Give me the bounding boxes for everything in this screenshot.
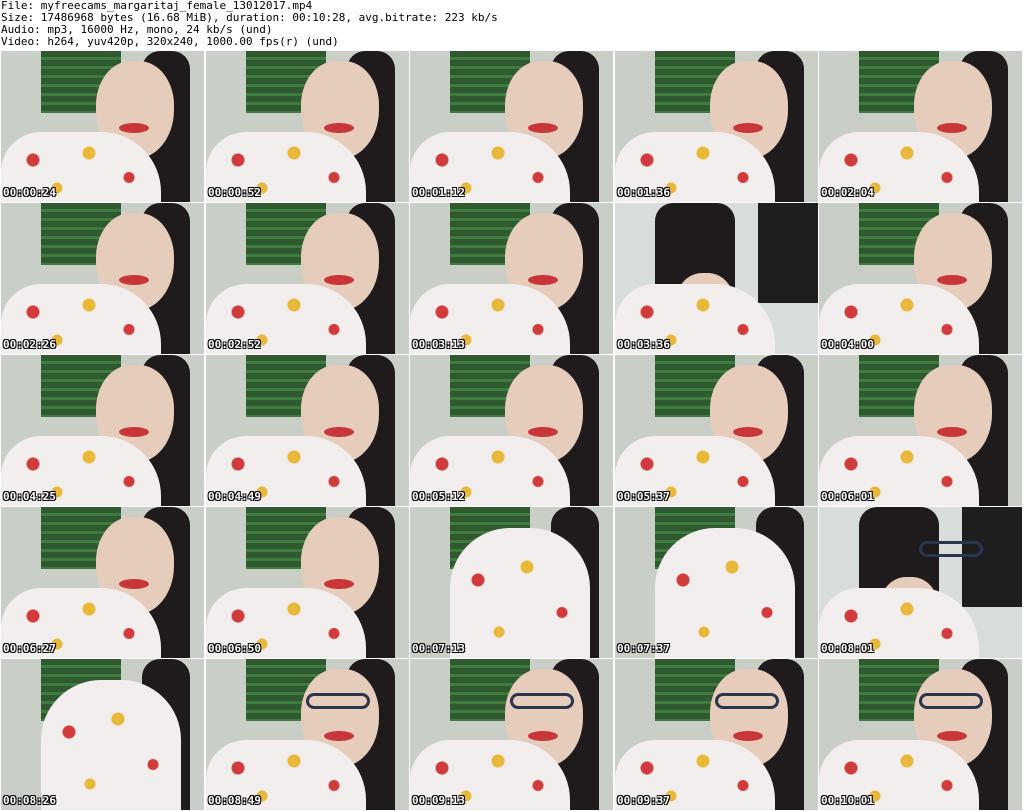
video-thumbnail[interactable]: 00:09:13 <box>410 659 613 810</box>
video-info-line: Video: h264, yuv420p, 320x240, 1000.00 f… <box>1 35 339 48</box>
glasses-shape <box>306 693 370 709</box>
video-thumbnail[interactable]: 00:06:27 <box>1 507 204 658</box>
lips-shape <box>119 123 149 133</box>
thumbnail-timestamp: 00:00:52 <box>208 186 261 199</box>
lips-shape <box>119 427 149 437</box>
video-thumbnail[interactable]: 00:00:24 <box>1 51 204 202</box>
lips-shape <box>528 427 558 437</box>
thumbnail-timestamp: 00:02:26 <box>3 338 56 351</box>
thumbnail-timestamp: 00:05:37 <box>617 490 670 503</box>
video-thumbnail[interactable]: 00:00:52 <box>206 51 409 202</box>
thumbnail-timestamp: 00:07:37 <box>617 642 670 655</box>
thumbnail-timestamp: 00:09:37 <box>617 794 670 807</box>
video-thumbnail[interactable]: 00:03:13 <box>410 203 613 354</box>
thumbnail-timestamp: 00:07:13 <box>412 642 465 655</box>
thumbnail-timestamp: 00:04:00 <box>821 338 874 351</box>
floral-dress-shape <box>41 680 181 810</box>
floral-dress-shape <box>450 528 590 658</box>
floral-dress-shape <box>655 528 795 658</box>
video-thumbnail[interactable]: 00:05:37 <box>615 355 818 506</box>
video-thumbnail[interactable]: 00:03:36 <box>615 203 818 354</box>
video-thumbnail[interactable]: 00:04:00 <box>819 203 1022 354</box>
thumbnail-timestamp: 00:02:52 <box>208 338 261 351</box>
lips-shape <box>528 731 558 741</box>
thumbnail-timestamp: 00:09:13 <box>412 794 465 807</box>
thumbnail-timestamp: 00:06:50 <box>208 642 261 655</box>
lips-shape <box>119 579 149 589</box>
lips-shape <box>119 275 149 285</box>
video-thumbnail[interactable]: 00:06:01 <box>819 355 1022 506</box>
lips-shape <box>324 731 354 741</box>
video-thumbnail[interactable]: 00:02:04 <box>819 51 1022 202</box>
lips-shape <box>324 275 354 285</box>
video-thumbnail[interactable]: 00:10:01 <box>819 659 1022 810</box>
lips-shape <box>937 427 967 437</box>
lips-shape <box>324 427 354 437</box>
lips-shape <box>733 731 763 741</box>
video-thumbnail[interactable]: 00:01:36 <box>615 51 818 202</box>
thumbnail-timestamp: 00:08:49 <box>208 794 261 807</box>
thumbnail-timestamp: 00:01:36 <box>617 186 670 199</box>
video-thumbnail[interactable]: 00:04:49 <box>206 355 409 506</box>
video-thumbnail[interactable]: 00:08:26 <box>1 659 204 810</box>
video-thumbnail[interactable]: 00:02:26 <box>1 203 204 354</box>
window-shutter <box>758 203 818 303</box>
video-thumbnail[interactable]: 00:04:25 <box>1 355 204 506</box>
video-thumbnail[interactable]: 00:01:12 <box>410 51 613 202</box>
video-thumbnail[interactable]: 00:08:01 <box>819 507 1022 658</box>
thumbnail-timestamp: 00:06:01 <box>821 490 874 503</box>
lips-shape <box>324 123 354 133</box>
lips-shape <box>733 123 763 133</box>
thumbnail-grid: 00:00:24 00:00:52 00:01:12 00:01:36 00:02:04… <box>0 51 1024 811</box>
video-thumbnail[interactable]: 00:07:37 <box>615 507 818 658</box>
lips-shape <box>528 275 558 285</box>
glasses-shape <box>715 693 779 709</box>
video-thumbnail[interactable]: 00:05:12 <box>410 355 613 506</box>
video-thumbnail[interactable]: 00:08:49 <box>206 659 409 810</box>
thumbnail-timestamp: 00:03:13 <box>412 338 465 351</box>
thumbnail-timestamp: 00:02:04 <box>821 186 874 199</box>
lips-shape <box>528 123 558 133</box>
glasses-shape <box>919 693 983 709</box>
video-thumbnail[interactable]: 00:02:52 <box>206 203 409 354</box>
thumbnail-timestamp: 00:06:27 <box>3 642 56 655</box>
thumbnail-timestamp: 00:08:01 <box>821 642 874 655</box>
file-info-header: File: myfreecams_margaritaj_female_13012… <box>0 0 1024 50</box>
thumbnail-timestamp: 00:00:24 <box>3 186 56 199</box>
thumbnail-timestamp: 00:01:12 <box>412 186 465 199</box>
video-thumbnail[interactable]: 00:07:13 <box>410 507 613 658</box>
thumbnail-timestamp: 00:03:36 <box>617 338 670 351</box>
lips-shape <box>733 427 763 437</box>
thumbnail-timestamp: 00:10:01 <box>821 794 874 807</box>
thumbnail-timestamp: 00:08:26 <box>3 794 56 807</box>
lips-shape <box>937 731 967 741</box>
thumbnail-timestamp: 00:05:12 <box>412 490 465 503</box>
lips-shape <box>324 579 354 589</box>
window-shutter <box>962 507 1022 607</box>
glasses-shape <box>510 693 574 709</box>
glasses-shape <box>919 541 983 557</box>
thumbnail-timestamp: 00:04:25 <box>3 490 56 503</box>
video-thumbnail[interactable]: 00:09:37 <box>615 659 818 810</box>
video-thumbnail[interactable]: 00:06:50 <box>206 507 409 658</box>
thumbnail-timestamp: 00:04:49 <box>208 490 261 503</box>
lips-shape <box>937 123 967 133</box>
lips-shape <box>937 275 967 285</box>
